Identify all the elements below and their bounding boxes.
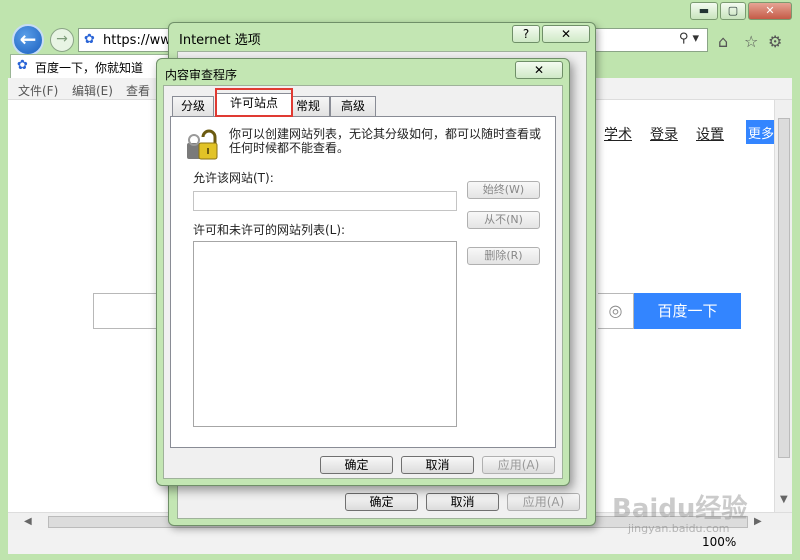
link-login[interactable]: 登录 — [650, 124, 678, 144]
lock-icon — [187, 129, 218, 160]
highlight-annotation — [215, 88, 293, 117]
vertical-scrollbar[interactable]: ▼ — [774, 100, 792, 512]
internet-options-close-button[interactable]: ✕ — [542, 25, 590, 43]
content-advisor-dialog: 内容审查程序 ✕ 分级 许可站点 常规 高级 你可以创建网站列表，无论其分级如何… — [156, 58, 570, 486]
never-button[interactable]: 从不(N) — [467, 211, 540, 229]
allow-site-label: 允许该网站(T): — [193, 171, 274, 185]
remove-button[interactable]: 删除(R) — [467, 247, 540, 265]
ca-cancel-button[interactable]: 取消 — [401, 456, 474, 474]
zoom-level[interactable]: 100% — [702, 535, 736, 549]
ca-apply-button[interactable]: 应用(A) — [482, 456, 555, 474]
content-advisor-body: 分级 许可站点 常规 高级 你可以创建网站列表，无论其分级如何，都可以随时查看或… — [163, 85, 563, 479]
settings-gear-icon[interactable]: ⚙ — [768, 32, 782, 51]
description-text: 你可以创建网站列表，无论其分级如何，都可以随时查看或任何时候都不能查看。 — [229, 127, 542, 155]
content-advisor-close-button[interactable]: ✕ — [515, 61, 563, 79]
io-apply-button[interactable]: 应用(A) — [507, 493, 580, 511]
approved-sites-panel: 你可以创建网站列表，无论其分级如何，都可以随时查看或任何时候都不能查看。 允许该… — [170, 116, 556, 448]
always-button[interactable]: 始终(W) — [467, 181, 540, 199]
baidu-paw-icon: ✿ — [17, 58, 28, 73]
title-bar: ▬ ▢ ✕ — [0, 0, 800, 24]
close-button[interactable]: ✕ — [748, 2, 792, 20]
scroll-down-icon[interactable]: ▼ — [780, 494, 788, 505]
link-xueshu[interactable]: 学术 — [604, 124, 632, 144]
menu-edit[interactable]: 编辑(E) — [72, 82, 113, 99]
maximize-button[interactable]: ▢ — [720, 2, 746, 20]
search-input[interactable] — [93, 293, 163, 329]
site-list[interactable] — [193, 241, 457, 427]
watermark-logo: Baidu经验 — [612, 494, 748, 524]
menu-view[interactable]: 查看 — [126, 82, 150, 99]
home-icon[interactable]: ⌂ — [718, 32, 728, 51]
menu-file[interactable]: 文件(F) — [18, 82, 58, 99]
minimize-button[interactable]: ▬ — [690, 2, 718, 20]
tab-title: 百度一下，你就知道 — [35, 61, 144, 75]
vertical-scroll-thumb[interactable] — [778, 118, 790, 458]
baidu-paw-icon: ✿ — [84, 32, 95, 47]
content-advisor-title: 内容审查程序 — [165, 68, 238, 82]
allow-site-input[interactable] — [193, 191, 457, 211]
link-settings[interactable]: 设置 — [696, 124, 724, 144]
favorites-star-icon[interactable]: ☆ — [744, 32, 758, 51]
site-list-label: 许可和未许可的网站列表(L): — [193, 223, 346, 237]
back-button[interactable]: ← — [12, 24, 44, 56]
forward-button[interactable]: → — [50, 28, 74, 52]
help-button[interactable]: ? — [512, 25, 540, 43]
search-icon[interactable]: ⚲ ▾ — [679, 31, 699, 46]
tab-advanced[interactable]: 高级 — [330, 96, 376, 116]
browser-tab[interactable]: ✿ 百度一下，你就知道 — [10, 54, 170, 78]
io-cancel-button[interactable]: 取消 — [426, 493, 499, 511]
tab-ratings[interactable]: 分级 — [172, 96, 214, 116]
scroll-left-icon[interactable]: ◀ — [24, 516, 32, 527]
camera-icon[interactable]: ◎ — [598, 293, 634, 329]
more-button[interactable]: 更多 — [746, 120, 776, 144]
scroll-right-icon[interactable]: ▶ — [754, 516, 762, 527]
io-ok-button[interactable]: 确定 — [345, 493, 418, 511]
ca-ok-button[interactable]: 确定 — [320, 456, 393, 474]
watermark-url: jingyan.baidu.com — [628, 522, 730, 535]
internet-options-title: Internet 选项 — [179, 33, 261, 48]
baidu-search-button[interactable]: 百度一下 — [634, 293, 741, 329]
